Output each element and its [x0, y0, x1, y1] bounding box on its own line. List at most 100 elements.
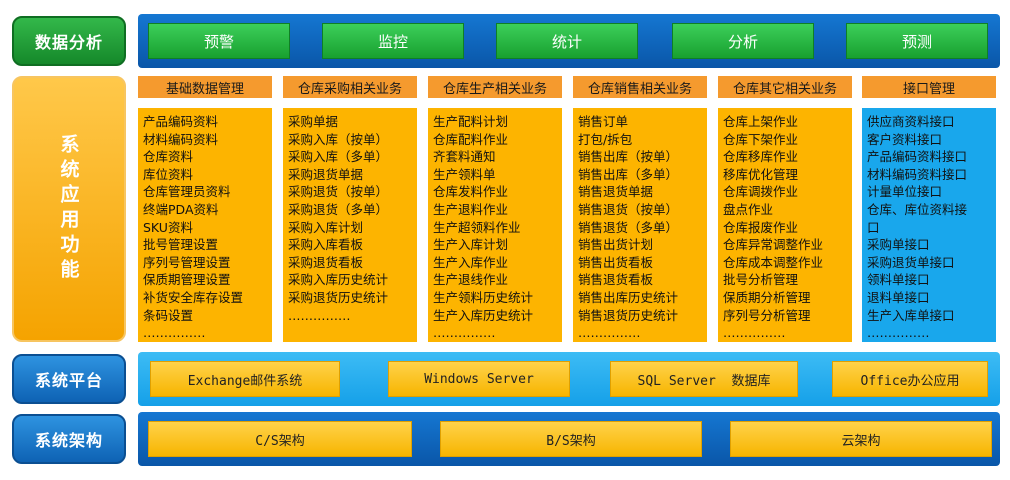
list-item-ellipsis: ……………: [143, 325, 206, 341]
platform-item-office: Office办公应用: [832, 361, 988, 397]
list-item: 销售退货单据: [578, 184, 654, 200]
list-item: 仓库调拨作业: [723, 184, 799, 200]
column-list-other: 仓库上架作业 仓库下架作业 仓库移库作业 移库优化管理 仓库调拨作业 盘点作业 …: [718, 108, 852, 342]
list-item: 保质期管理设置: [143, 272, 231, 288]
column-list-production: 生产配料计划 仓库配料作业 齐套料通知 生产领料单 仓库发料作业 生产退料作业 …: [428, 108, 562, 342]
list-item: 库位资料: [143, 166, 194, 182]
list-item: 齐套料通知: [433, 149, 496, 165]
analysis-item-analysis: 分析: [672, 23, 814, 59]
column-header-sales: 仓库销售相关业务: [573, 76, 707, 98]
column-header-other: 仓库其它相关业务: [718, 76, 852, 98]
list-item: 仓库配料作业: [433, 131, 509, 147]
list-item: 生产配料计划: [433, 114, 509, 129]
list-item: 采购入库历史统计: [288, 272, 389, 288]
list-item: 采购入库看板: [288, 237, 364, 253]
list-item: 序列号分析管理: [723, 307, 811, 323]
column-list-sales: 销售订单 打包/拆包 销售出库（按单） 销售出库（多单） 销售退货单据 销售退货…: [573, 108, 707, 342]
column-list-interface: 供应商资料接口 客户资料接口 产品编码资料接口 材料编码资料接口 计量单位接口 …: [862, 108, 996, 342]
row-label-system-architecture: 系统架构: [12, 414, 126, 464]
list-item: 仓库、库位资料接: [867, 201, 968, 217]
list-item: 退料单接口: [867, 289, 930, 305]
list-item: 销售退货历史统计: [578, 307, 679, 323]
row-label-data-analysis: 数据分析: [12, 16, 126, 66]
row-label-system-functions: 系统应用功能: [12, 76, 126, 342]
list-item: 保质期分析管理: [723, 289, 811, 305]
column-header-purchase: 仓库采购相关业务: [283, 76, 417, 98]
list-item: 销售退货（按单）: [578, 201, 679, 217]
column-list-basic-data: 产品编码资料 材料编码资料 仓库资料 库位资料 仓库管理员资料 终端PDA资料 …: [138, 108, 272, 342]
analysis-item-forecast: 预测: [846, 23, 988, 59]
list-item: 生产入库作业: [433, 254, 509, 270]
list-item: 销售退货（多单）: [578, 219, 679, 235]
list-item: 生产领料历史统计: [433, 289, 534, 305]
list-item: 盘点作业: [723, 201, 774, 217]
list-item: 仓库发料作业: [433, 184, 509, 200]
list-item: 产品编码资料接口: [867, 149, 968, 165]
list-item: 终端PDA资料: [143, 201, 219, 217]
list-item: 采购退货单接口: [867, 254, 955, 270]
list-item: 仓库管理员资料: [143, 184, 231, 200]
list-item: 采购退货单据: [288, 166, 364, 182]
platform-item-windows-server: Windows Server: [388, 361, 570, 397]
list-item: 生产超领料作业: [433, 219, 521, 235]
list-item: 采购退货看板: [288, 254, 364, 270]
list-item: 仓库报废作业: [723, 219, 799, 235]
list-item: 销售出库历史统计: [578, 289, 679, 305]
list-item-ellipsis: ……………: [578, 325, 641, 341]
list-item: 批号分析管理: [723, 272, 799, 288]
list-item: 销售订单: [578, 114, 629, 129]
list-item: 仓库下架作业: [723, 131, 799, 147]
list-item: 仓库异常调整作业: [723, 237, 824, 253]
column-header-basic-data: 基础数据管理: [138, 76, 272, 98]
list-item: 销售出货看板: [578, 254, 654, 270]
analysis-item-statistics: 统计: [496, 23, 638, 59]
list-item: 材料编码资料: [143, 131, 219, 147]
list-item: 销售退货看板: [578, 272, 654, 288]
list-item: 仓库成本调整作业: [723, 254, 824, 270]
list-item: 条码设置: [143, 307, 194, 323]
list-item: 生产退线作业: [433, 272, 509, 288]
list-item-ellipsis: ……………: [288, 307, 351, 323]
list-item: 生产退料作业: [433, 201, 509, 217]
analysis-item-monitor: 监控: [322, 23, 464, 59]
list-item: 计量单位接口: [867, 184, 943, 200]
list-item: 移库优化管理: [723, 166, 799, 182]
list-item: 销售出库（多单）: [578, 166, 679, 182]
row-label-system-platform: 系统平台: [12, 354, 126, 404]
list-item: 生产入库单接口: [867, 307, 955, 323]
platform-item-sql-server: SQL Server 数据库: [610, 361, 798, 397]
list-item: 生产入库计划: [433, 237, 509, 253]
list-item: 供应商资料接口: [867, 114, 955, 129]
list-item: 采购退货（按单）: [288, 184, 389, 200]
list-item: 销售出货计划: [578, 237, 654, 253]
list-item: 材料编码资料接口: [867, 166, 968, 182]
list-item: 领料单接口: [867, 272, 930, 288]
column-header-production: 仓库生产相关业务: [428, 76, 562, 98]
list-item: 生产入库历史统计: [433, 307, 534, 323]
column-header-interface: 接口管理: [862, 76, 996, 98]
list-item: 仓库资料: [143, 149, 194, 165]
list-item: 产品编码资料: [143, 114, 219, 129]
list-item: 仓库移库作业: [723, 149, 799, 165]
list-item: 销售出库（按单）: [578, 149, 679, 165]
list-item: 补货安全库存设置: [143, 289, 244, 305]
list-item: 采购单据: [288, 114, 339, 129]
list-item: 批号管理设置: [143, 237, 219, 253]
column-list-purchase: 采购单据 采购入库（按单） 采购入库（多单） 采购退货单据 采购退货（按单） 采…: [283, 108, 417, 342]
list-item: 口: [867, 219, 880, 235]
list-item: 序列号管理设置: [143, 254, 231, 270]
list-item: 采购单接口: [867, 237, 930, 253]
list-item-ellipsis: ……………: [867, 325, 930, 341]
architecture-item-cs: C/S架构: [148, 421, 412, 457]
list-item: SKU资料: [143, 219, 193, 235]
list-item-ellipsis: ……………: [723, 325, 786, 341]
platform-item-exchange: Exchange邮件系统: [150, 361, 340, 397]
list-item: 仓库上架作业: [723, 114, 799, 129]
list-item: 打包/拆包: [578, 131, 633, 147]
list-item: 采购入库计划: [288, 219, 364, 235]
architecture-item-bs: B/S架构: [440, 421, 702, 457]
list-item: 采购退货（多单）: [288, 201, 389, 217]
architecture-item-cloud: 云架构: [730, 421, 992, 457]
list-item: 采购退货历史统计: [288, 289, 389, 305]
analysis-item-warning: 预警: [148, 23, 290, 59]
